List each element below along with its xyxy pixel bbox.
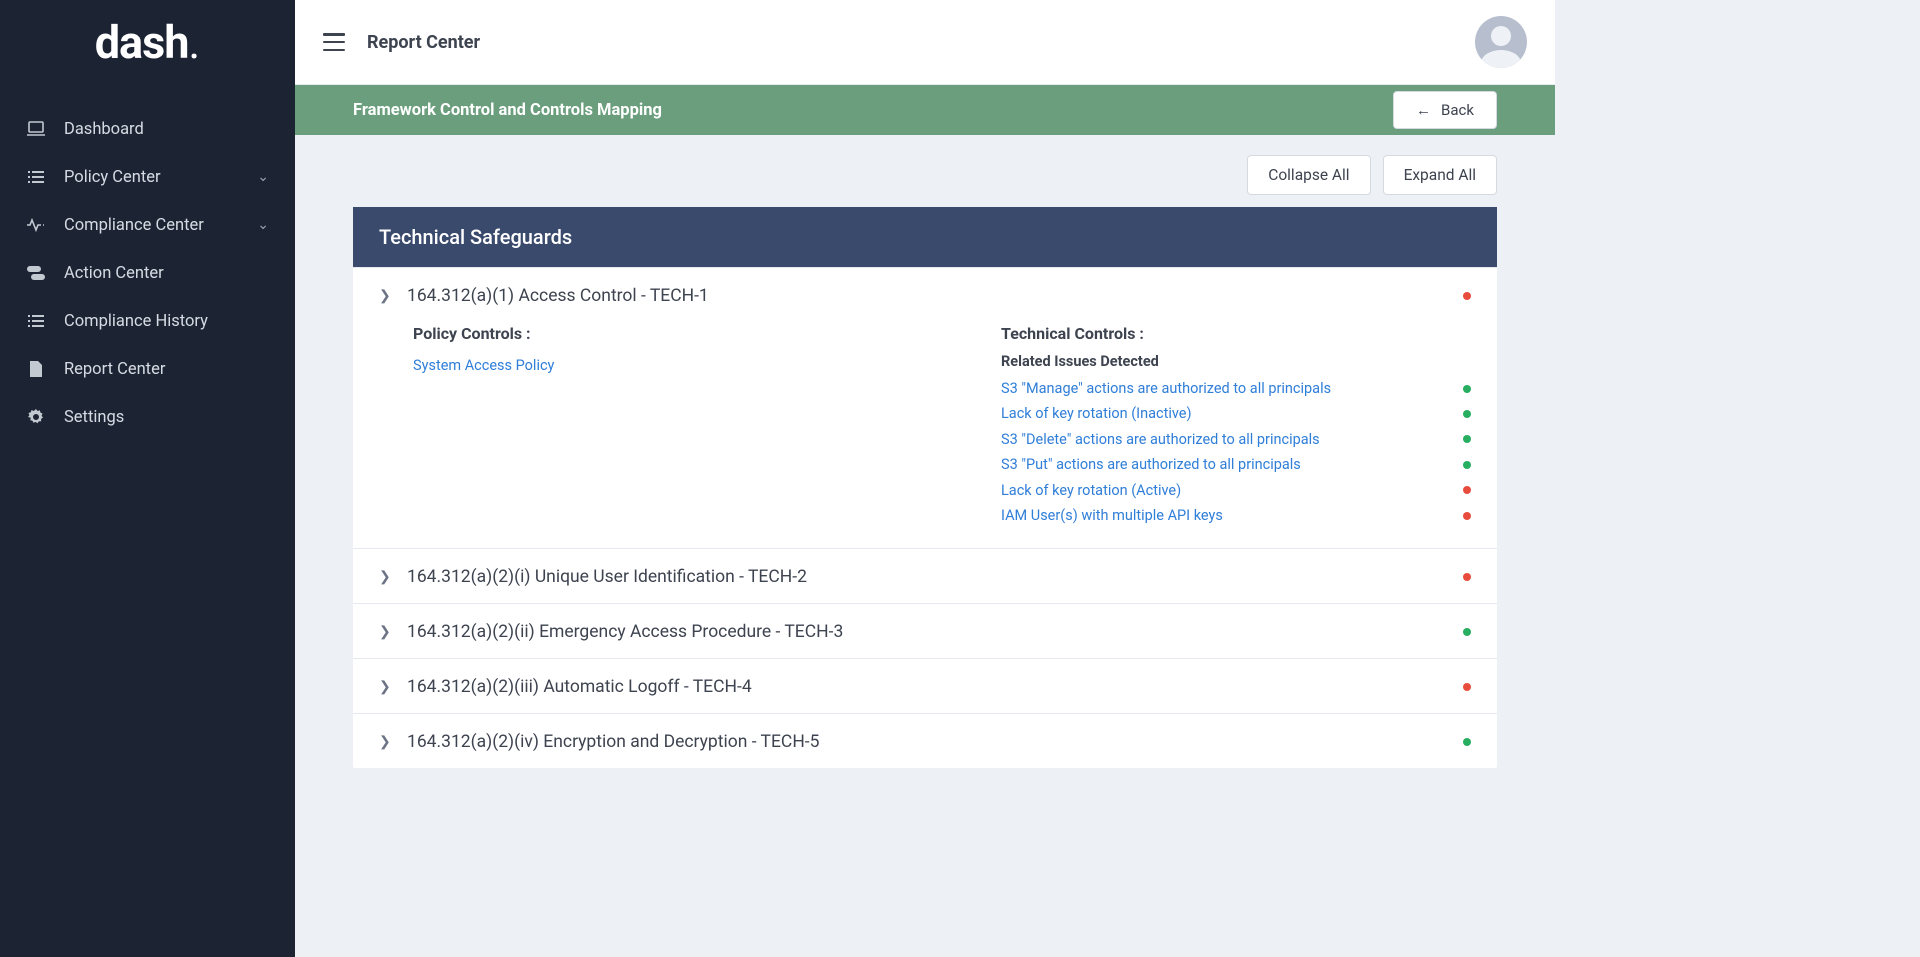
- sidebar-item-report-center[interactable]: Report Center: [0, 345, 295, 393]
- sidebar-item-label: Dashboard: [64, 120, 144, 139]
- issue-row: S3 "Delete" actions are authorized to al…: [1001, 427, 1471, 452]
- sidebar-item-dashboard[interactable]: Dashboard: [0, 105, 295, 153]
- issue-row: IAM User(s) with multiple API keys: [1001, 503, 1471, 528]
- sidebar-item-action-center[interactable]: Action Center: [0, 249, 295, 297]
- sidebar-item-policy-center[interactable]: Policy Center ⌄: [0, 153, 295, 201]
- safeguards-panel: Technical Safeguards ❯ 164.312(a)(1) Acc…: [353, 207, 1497, 768]
- sidebar-item-compliance-history[interactable]: Compliance History: [0, 297, 295, 345]
- status-dot: [1463, 738, 1471, 746]
- collapse-all-button[interactable]: Collapse All: [1247, 155, 1370, 195]
- menu-toggle-icon[interactable]: [323, 33, 345, 51]
- control-row-header[interactable]: ❯ 164.312(a)(1) Access Control - TECH-1: [379, 286, 1471, 306]
- control-row: ❯ 164.312(a)(2)(iii) Automatic Logoff - …: [353, 658, 1497, 713]
- sidebar-nav: Dashboard Policy Center ⌄ Compliance Cen…: [0, 85, 295, 441]
- issue-row: S3 "Put" actions are authorized to all p…: [1001, 452, 1471, 477]
- control-row-header[interactable]: ❯ 164.312(a)(2)(ii) Emergency Access Pro…: [379, 622, 1471, 642]
- logo: dash.: [0, 0, 295, 85]
- main: Report Center Framework Control and Cont…: [295, 0, 1555, 957]
- activity-icon: [26, 215, 46, 235]
- control-title: 164.312(a)(2)(iv) Encryption and Decrypt…: [407, 732, 819, 752]
- subheader: Framework Control and Controls Mapping ←…: [295, 85, 1555, 135]
- status-dot: [1463, 385, 1471, 393]
- status-dot: [1463, 410, 1471, 418]
- file-icon: [26, 359, 46, 379]
- chevron-right-icon: ❯: [379, 288, 393, 304]
- chevron-right-icon: ❯: [379, 624, 393, 640]
- status-dot: [1463, 512, 1471, 520]
- topbar: Report Center: [295, 0, 1555, 85]
- laptop-icon: [26, 119, 46, 139]
- arrow-left-icon: ←: [1416, 101, 1431, 119]
- control-row-header[interactable]: ❯ 164.312(a)(2)(i) Unique User Identific…: [379, 567, 1471, 587]
- chevron-right-icon: ❯: [379, 679, 393, 695]
- back-button[interactable]: ← Back: [1393, 91, 1497, 129]
- list-icon: [26, 311, 46, 331]
- control-row: ❯ 164.312(a)(1) Access Control - TECH-1 …: [353, 267, 1497, 548]
- sidebar-item-label: Report Center: [64, 360, 165, 379]
- chevron-right-icon: ❯: [379, 569, 393, 585]
- content: Technical Safeguards ❯ 164.312(a)(1) Acc…: [295, 201, 1555, 957]
- sidebar-item-compliance-center[interactable]: Compliance Center ⌄: [0, 201, 295, 249]
- logo-text: dash: [95, 20, 189, 65]
- control-row-body: Policy Controls : System Access Policy T…: [379, 306, 1471, 532]
- issue-link[interactable]: Lack of key rotation (Active): [1001, 478, 1181, 503]
- status-dot: [1463, 628, 1471, 636]
- technical-controls-column: Technical Controls : Related Issues Dete…: [1001, 324, 1471, 528]
- avatar[interactable]: [1475, 16, 1527, 68]
- issue-link[interactable]: S3 "Put" actions are authorized to all p…: [1001, 452, 1301, 477]
- toolbar: Collapse All Expand All: [295, 135, 1555, 201]
- logo-dot: .: [188, 16, 200, 69]
- policy-controls-heading: Policy Controls :: [413, 324, 981, 343]
- issue-row: S3 "Manage" actions are authorized to al…: [1001, 376, 1471, 401]
- control-title: 164.312(a)(1) Access Control - TECH-1: [407, 286, 709, 306]
- control-row: ❯ 164.312(a)(2)(i) Unique User Identific…: [353, 548, 1497, 603]
- policy-link[interactable]: System Access Policy: [413, 353, 981, 378]
- page-title: Report Center: [367, 32, 480, 53]
- panel-title: Technical Safeguards: [353, 207, 1497, 267]
- issue-link[interactable]: S3 "Delete" actions are authorized to al…: [1001, 427, 1320, 452]
- control-title: 164.312(a)(2)(ii) Emergency Access Proce…: [407, 622, 843, 642]
- issue-link[interactable]: S3 "Manage" actions are authorized to al…: [1001, 376, 1331, 401]
- control-title: 164.312(a)(2)(i) Unique User Identificat…: [407, 567, 807, 587]
- status-dot: [1463, 292, 1471, 300]
- status-dot: [1463, 683, 1471, 691]
- sidebar-item-label: Compliance History: [64, 312, 208, 331]
- list-icon: [26, 167, 46, 187]
- issue-link[interactable]: IAM User(s) with multiple API keys: [1001, 503, 1223, 528]
- sidebar-item-label: Settings: [64, 408, 124, 427]
- status-dot: [1463, 573, 1471, 581]
- sidebar-item-label: Compliance Center: [64, 216, 204, 235]
- related-issues-heading: Related Issues Detected: [1001, 353, 1471, 370]
- sidebar-item-label: Action Center: [64, 264, 164, 283]
- control-row-header[interactable]: ❯ 164.312(a)(2)(iii) Automatic Logoff - …: [379, 677, 1471, 697]
- chevron-down-icon: ⌄: [257, 217, 269, 233]
- sidebar-item-settings[interactable]: Settings: [0, 393, 295, 441]
- chevron-right-icon: ❯: [379, 734, 393, 750]
- sidebar-item-label: Policy Center: [64, 168, 161, 187]
- control-title: 164.312(a)(2)(iii) Automatic Logoff - TE…: [407, 677, 752, 697]
- status-dot: [1463, 435, 1471, 443]
- subheader-title: Framework Control and Controls Mapping: [353, 101, 662, 120]
- control-row: ❯ 164.312(a)(2)(ii) Emergency Access Pro…: [353, 603, 1497, 658]
- sidebar: dash. Dashboard Policy Center ⌄ Complian…: [0, 0, 295, 957]
- gear-icon: [26, 407, 46, 427]
- technical-controls-heading: Technical Controls :: [1001, 324, 1471, 343]
- status-dot: [1463, 486, 1471, 494]
- expand-all-button[interactable]: Expand All: [1383, 155, 1497, 195]
- toggle-icon: [26, 263, 46, 283]
- control-row: ❯ 164.312(a)(2)(iv) Encryption and Decry…: [353, 713, 1497, 768]
- issue-link[interactable]: Lack of key rotation (Inactive): [1001, 401, 1192, 426]
- chevron-down-icon: ⌄: [257, 169, 269, 185]
- status-dot: [1463, 461, 1471, 469]
- issue-row: Lack of key rotation (Inactive): [1001, 401, 1471, 426]
- control-row-header[interactable]: ❯ 164.312(a)(2)(iv) Encryption and Decry…: [379, 732, 1471, 752]
- policy-controls-column: Policy Controls : System Access Policy: [413, 324, 981, 528]
- back-button-label: Back: [1441, 101, 1474, 119]
- issue-row: Lack of key rotation (Active): [1001, 478, 1471, 503]
